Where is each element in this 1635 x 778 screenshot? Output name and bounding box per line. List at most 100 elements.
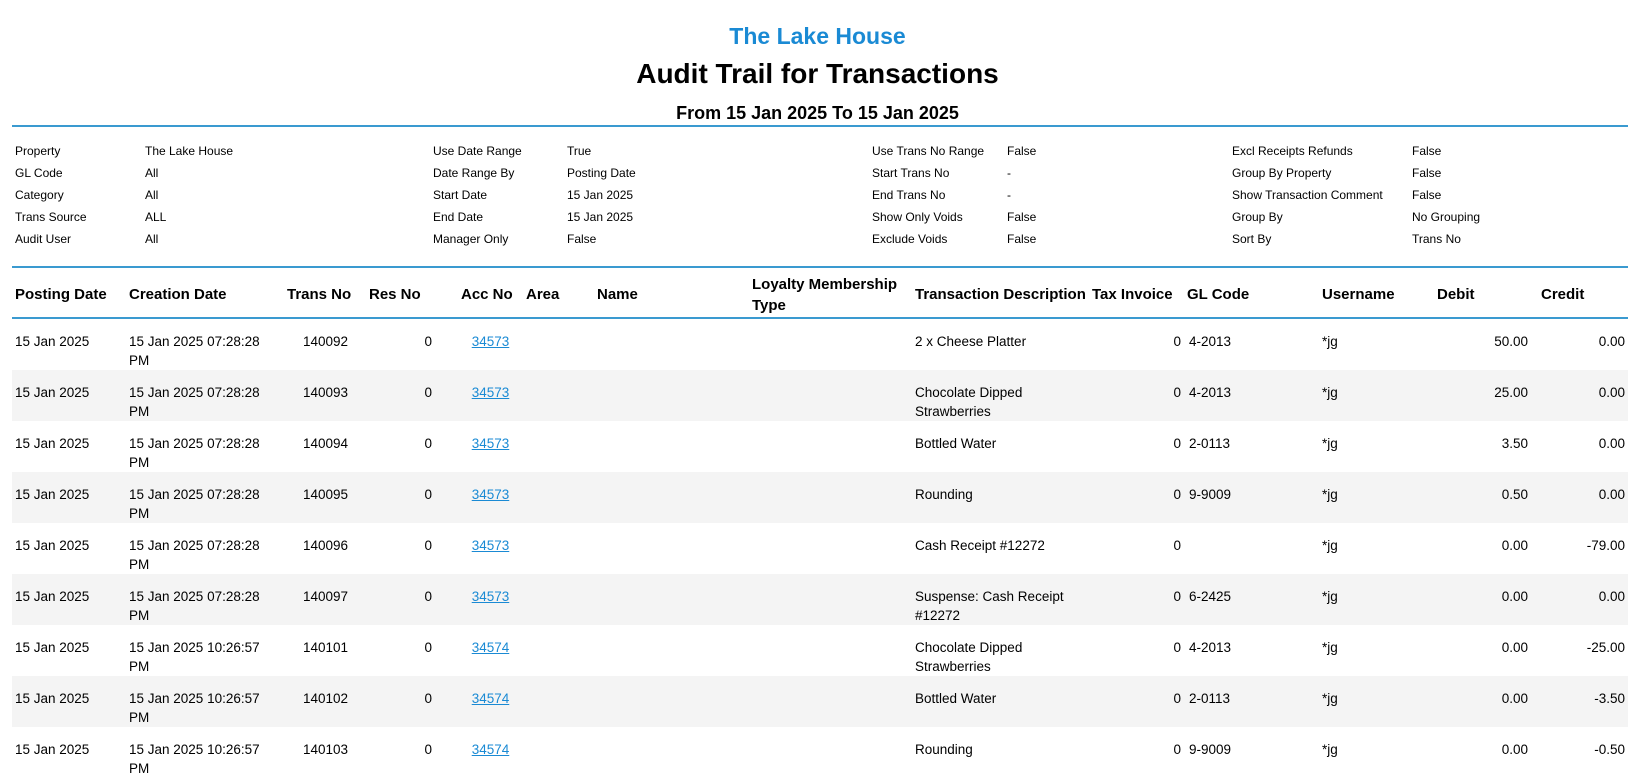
account-link[interactable]: 34573 <box>472 436 510 451</box>
col-header-credit[interactable]: Credit <box>1538 272 1628 319</box>
cell-acc-no: 34573 <box>458 318 523 370</box>
cell-area <box>523 523 594 574</box>
cell-trans-no: 140092 <box>302 334 348 349</box>
cell-name <box>594 625 749 676</box>
param-value: All <box>145 188 159 202</box>
col-header-area[interactable]: Area <box>523 272 594 319</box>
cell-description: Chocolate Dipped Strawberries <box>912 370 1089 421</box>
account-link[interactable]: 34573 <box>472 334 510 349</box>
col-header-name[interactable]: Name <box>594 272 749 319</box>
param-label: Exclude Voids <box>872 232 948 246</box>
cell-gl-code: 2-0113 <box>1184 676 1319 727</box>
cell-tax-invoice: 0 <box>1173 334 1181 349</box>
col-header-tax-invoice[interactable]: Tax Invoice <box>1089 272 1184 319</box>
cell-creation-date: 15 Jan 2025 07:28:28 PM <box>129 538 260 572</box>
cell-name <box>594 727 749 778</box>
cell-res-no: 0 <box>424 538 432 553</box>
col-header-trans-no[interactable]: Trans No <box>284 272 366 319</box>
account-link[interactable]: 34573 <box>472 385 510 400</box>
param-value: True <box>567 144 592 158</box>
account-link[interactable]: 34573 <box>472 487 510 502</box>
cell-gl-code <box>1184 523 1319 574</box>
param-value: The Lake House <box>145 144 234 158</box>
cell-acc-no: 34574 <box>458 625 523 676</box>
account-link[interactable]: 34574 <box>472 742 510 757</box>
cell-name <box>594 370 749 421</box>
cell-loyalty <box>749 676 912 727</box>
col-header-acc-no[interactable]: Acc No <box>458 272 523 319</box>
param-label: Date Range By <box>433 166 515 180</box>
cell-description: Cash Receipt #12272 <box>915 538 1045 553</box>
param-label: Show Only Voids <box>872 210 963 224</box>
table-header-row: Posting Date Creation Date Trans No Res … <box>12 272 1628 319</box>
col-header-creation-date[interactable]: Creation Date <box>126 272 284 319</box>
cell-description: 2 x Cheese Platter <box>915 334 1027 349</box>
cell-loyalty <box>749 574 912 625</box>
cell-name <box>594 676 749 727</box>
param-label: Excl Receipts Refunds <box>1232 144 1353 158</box>
cell-username: *jg <box>1322 640 1338 655</box>
param-label: End Date <box>433 210 484 224</box>
cell-username: *jg <box>1319 370 1434 421</box>
cell-credit: -0.50 <box>1594 742 1625 757</box>
param-label: Group By <box>1232 210 1283 224</box>
account-link[interactable]: 34574 <box>472 691 510 706</box>
cell-area <box>523 625 594 676</box>
col-header-loyalty[interactable]: Loyalty Membership Type <box>749 272 912 319</box>
account-link[interactable]: 34573 <box>472 538 510 553</box>
param-value: - <box>1007 166 1011 180</box>
cell-creation-date: 15 Jan 2025 07:28:28 PM <box>126 472 284 523</box>
table-row: 15 Jan 2025 15 Jan 2025 07:28:28 PM 140093… <box>12 370 1628 421</box>
cell-trans-no: 140097 <box>284 574 366 625</box>
cell-credit: 0.00 <box>1598 436 1625 451</box>
col-header-gl-code[interactable]: GL Code <box>1184 272 1319 319</box>
param-label: Property <box>15 144 61 158</box>
cell-area <box>523 370 594 421</box>
param-value: Trans No <box>1412 232 1461 246</box>
cell-debit: 0.00 <box>1434 574 1538 625</box>
cell-trans-no: 140103 <box>302 742 348 757</box>
cell-trans-no: 140094 <box>302 436 348 451</box>
cell-area <box>523 727 594 778</box>
cell-username: *jg <box>1322 538 1338 553</box>
cell-gl-code: 9-9009 <box>1184 472 1319 523</box>
cell-debit: 0.00 <box>1434 676 1538 727</box>
cell-area <box>523 472 594 523</box>
col-header-res-no[interactable]: Res No <box>366 272 458 319</box>
param-label: Category <box>15 188 64 202</box>
cell-creation-date: 15 Jan 2025 07:28:28 PM <box>129 334 260 368</box>
param-value: All <box>145 166 159 180</box>
param-label: Use Trans No Range <box>872 144 985 158</box>
cell-debit: 0.00 <box>1501 742 1528 757</box>
col-header-username[interactable]: Username <box>1319 272 1434 319</box>
cell-tax-invoice: 0 <box>1089 370 1184 421</box>
col-header-debit[interactable]: Debit <box>1434 272 1538 319</box>
param-label: End Trans No <box>872 188 946 202</box>
cell-trans-no: 140095 <box>284 472 366 523</box>
param-value: ALL <box>145 210 167 224</box>
param-value: 15 Jan 2025 <box>567 188 634 202</box>
cell-credit: 0.00 <box>1538 472 1628 523</box>
cell-credit: -25.00 <box>1586 640 1625 655</box>
col-header-description[interactable]: Transaction Description <box>912 272 1089 319</box>
cell-creation-date: 15 Jan 2025 10:26:57 PM <box>129 640 260 674</box>
cell-gl-code: 6-2425 <box>1184 574 1319 625</box>
account-link[interactable]: 34574 <box>472 640 510 655</box>
cell-posting-date: 15 Jan 2025 <box>15 436 90 451</box>
cell-username: *jg <box>1319 472 1434 523</box>
cell-tax-invoice: 0 <box>1173 742 1181 757</box>
report-title: Audit Trail for Transactions <box>636 58 999 89</box>
cell-creation-date: 15 Jan 2025 07:28:28 PM <box>126 574 284 625</box>
cell-tax-invoice: 0 <box>1089 574 1184 625</box>
cell-trans-no: 140096 <box>302 538 348 553</box>
account-link[interactable]: 34573 <box>472 589 510 604</box>
cell-loyalty <box>749 421 912 472</box>
cell-loyalty <box>749 727 912 778</box>
param-label: Start Date <box>433 188 488 202</box>
cell-creation-date: 15 Jan 2025 10:26:57 PM <box>129 742 260 776</box>
param-value: All <box>145 232 159 246</box>
col-header-posting-date[interactable]: Posting Date <box>12 272 126 319</box>
cell-name <box>594 523 749 574</box>
param-label: GL Code <box>15 166 63 180</box>
cell-posting-date: 15 Jan 2025 <box>12 574 126 625</box>
